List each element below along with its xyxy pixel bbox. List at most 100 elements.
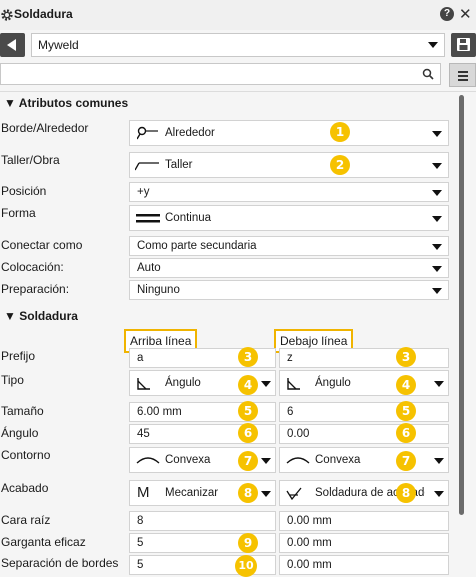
- preset-select[interactable]: Myweld: [31, 33, 445, 57]
- label-position: Posición: [1, 184, 47, 198]
- callout-badge: 9: [238, 533, 258, 553]
- label-preparation: Preparación:: [1, 282, 70, 296]
- scrollbar[interactable]: [459, 95, 464, 515]
- help-button[interactable]: ?: [440, 7, 454, 21]
- connect-as-value: Como parte secundaria: [137, 240, 257, 252]
- chevron-down-icon: [434, 381, 444, 387]
- search-input[interactable]: [0, 63, 441, 85]
- select-preparation[interactable]: Ninguno: [129, 280, 449, 300]
- collapse-triangle-icon: ▼: [4, 309, 16, 323]
- close-button[interactable]: ✕: [459, 5, 472, 23]
- label-type: Tipo: [1, 373, 24, 387]
- search-icon: [422, 68, 434, 80]
- callout-badge: 6: [396, 423, 416, 443]
- callout-badge: 5: [396, 401, 416, 421]
- callout-badge: 5: [238, 401, 258, 421]
- chevron-down-icon: [261, 458, 271, 464]
- weld-around-icon: [137, 126, 158, 140]
- above-root-face-input[interactable]: 8: [129, 511, 276, 531]
- label-shape: Forma: [1, 206, 36, 220]
- label-effective-throat: Garganta eficaz: [1, 535, 86, 549]
- below-angle-input[interactable]: 0.00: [279, 424, 449, 444]
- menu-icon: [458, 71, 468, 73]
- section-title: Soldadura: [19, 309, 78, 323]
- select-connect-as[interactable]: Como parte secundaria: [129, 236, 449, 256]
- chevron-down-icon: [432, 190, 442, 196]
- callout-badge: 6: [238, 423, 258, 443]
- callout-badge: 3: [238, 347, 258, 367]
- callout-badge: 7: [396, 451, 416, 471]
- save-icon: [457, 38, 470, 51]
- shop-weld-icon: [135, 162, 159, 171]
- callout-badge: 2: [330, 155, 350, 175]
- finish-weld-icon: [286, 487, 302, 500]
- label-contour: Contorno: [1, 448, 51, 462]
- fillet-weld-icon: [137, 378, 150, 390]
- callout-badge: 10: [235, 555, 257, 577]
- position-value: +y: [137, 186, 150, 198]
- label-finish: Acabado: [1, 481, 49, 495]
- below-prefix-input[interactable]: z: [279, 348, 449, 368]
- divider: [0, 91, 476, 92]
- preparation-value: Ninguno: [137, 284, 180, 296]
- label-shop-site: Taller/Obra: [1, 153, 60, 167]
- chevron-down-icon: [432, 244, 442, 250]
- label-placement: Colocación:: [1, 260, 64, 274]
- callout-badge: 4: [238, 375, 258, 395]
- label-edge-spacing: Separación de bordes: [1, 556, 119, 570]
- section-title: Atributos comunes: [18, 96, 129, 110]
- callout-badge: 1: [330, 122, 350, 142]
- select-shape[interactable]: Continua: [129, 205, 449, 231]
- chevron-down-icon: [434, 491, 444, 497]
- shape-value: Continua: [165, 212, 212, 224]
- back-button[interactable]: [0, 33, 25, 57]
- label-connect-as: Conectar como: [1, 238, 83, 252]
- window-title: Soldadura: [14, 7, 73, 21]
- chevron-down-icon: [432, 288, 442, 294]
- chevron-down-icon: [428, 42, 438, 48]
- chevron-down-icon: [261, 381, 271, 387]
- label-root-face: Cara raíz: [1, 513, 51, 527]
- select-position[interactable]: +y: [129, 182, 449, 202]
- gear-icon: [1, 9, 13, 21]
- section-weld[interactable]: ▼ Soldadura: [4, 309, 78, 323]
- title-bar: Soldadura ? ✕: [0, 0, 476, 30]
- select-shop-site[interactable]: Taller: [129, 152, 449, 178]
- select-placement[interactable]: Auto: [129, 258, 449, 278]
- collapse-triangle-icon: ▼: [4, 96, 16, 110]
- chevron-down-icon: [432, 163, 442, 169]
- label-size: Tamaño: [1, 404, 44, 418]
- callout-badge: 8: [396, 483, 416, 503]
- chevron-down-icon: [261, 491, 271, 497]
- section-common-attributes[interactable]: ▼ Atributos comunes: [4, 96, 128, 110]
- machining-icon: M: [137, 484, 150, 501]
- placement-value: Auto: [137, 262, 161, 274]
- shop-site-value: Taller: [165, 159, 193, 171]
- select-edge-around[interactable]: Alrededor: [129, 120, 449, 146]
- label-angle: Ángulo: [1, 426, 39, 440]
- callout-badge: 4: [396, 375, 416, 395]
- below-effective-throat-input[interactable]: 0.00 mm: [279, 533, 449, 553]
- below-contour-select[interactable]: Convexa: [279, 447, 449, 473]
- convex-contour-icon: [286, 457, 310, 464]
- below-edge-spacing-input[interactable]: 0.00 mm: [279, 555, 449, 575]
- menu-button[interactable]: [449, 63, 476, 87]
- convex-contour-icon: [136, 457, 160, 464]
- continuous-weld-icon: [136, 214, 160, 223]
- chevron-down-icon: [432, 216, 442, 222]
- chevron-down-icon: [432, 266, 442, 272]
- below-size-input[interactable]: 6: [279, 402, 449, 422]
- below-finish-select[interactable]: Soldadura de acabado: [279, 480, 449, 506]
- callout-badge: 3: [396, 347, 416, 367]
- below-type-select[interactable]: Ángulo: [279, 370, 449, 396]
- save-button[interactable]: [451, 33, 476, 57]
- preset-value: Myweld: [38, 38, 79, 52]
- chevron-down-icon: [432, 131, 442, 137]
- callout-badge: 7: [238, 451, 258, 471]
- chevron-down-icon: [434, 458, 444, 464]
- below-root-face-input[interactable]: 0.00 mm: [279, 511, 449, 531]
- callout-badge: 8: [238, 483, 258, 503]
- label-prefix: Prefijo: [1, 349, 36, 363]
- fillet-weld-icon: [287, 378, 300, 390]
- edge-around-value: Alrededor: [165, 127, 215, 139]
